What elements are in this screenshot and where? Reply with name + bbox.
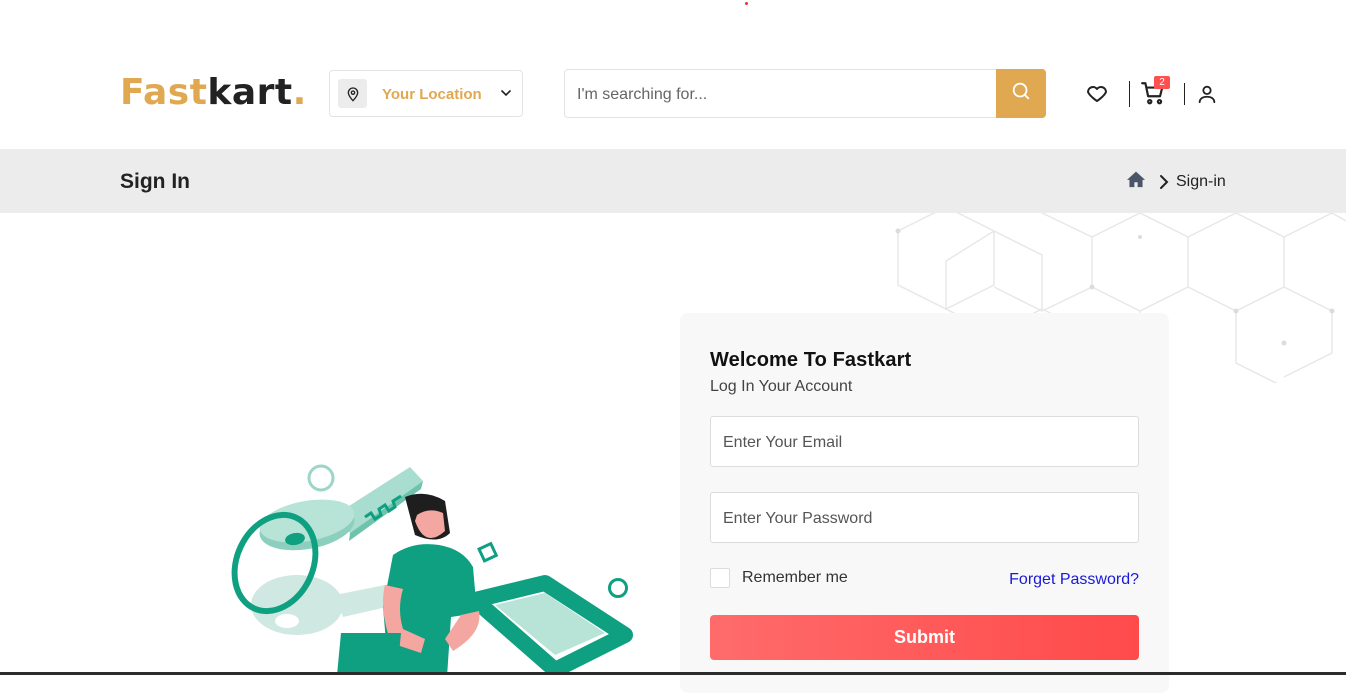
forgot-password-link[interactable]: Forget Password? [1009,571,1139,589]
remember-label[interactable]: Remember me [742,569,848,587]
heart-icon[interactable] [1084,81,1110,110]
login-subheading: Log In Your Account [710,378,853,395]
login-heading: Welcome To Fastkart [710,349,912,371]
login-illustration [231,464,633,675]
email-field[interactable] [710,416,1139,467]
chevron-down-icon [498,85,514,106]
search-input[interactable] [575,82,989,108]
logo[interactable]: Fastkart. [120,72,307,113]
submit-button[interactable]: Submit [710,615,1139,660]
search-bar [564,69,1046,118]
logo-dot: . [292,72,307,113]
divider [1129,81,1130,107]
logo-part-1: Fast [120,72,208,113]
divider [1184,83,1185,105]
breadcrumb-bar: Sign In Sign-in [0,149,1346,213]
page-title: Sign In [120,170,190,193]
logo-part-2: kart [207,72,293,113]
location-pin-icon [338,79,367,108]
chevron-right-icon [1158,174,1170,195]
login-card: Welcome To Fastkart Log In Your Account … [680,313,1169,693]
breadcrumb-current: Sign-in [1176,173,1226,190]
loading-dot [745,2,748,5]
email-input[interactable] [721,431,1125,455]
location-label: Your Location [382,86,482,103]
remember-checkbox[interactable] [710,568,730,588]
location-selector[interactable]: Your Location [329,70,523,117]
cart-count-badge: 2 [1154,76,1170,89]
search-icon [1010,80,1032,107]
user-icon[interactable] [1196,82,1218,111]
password-field[interactable] [710,492,1139,543]
home-icon[interactable] [1126,170,1146,193]
search-button[interactable] [996,69,1046,118]
password-input[interactable] [721,507,1125,531]
